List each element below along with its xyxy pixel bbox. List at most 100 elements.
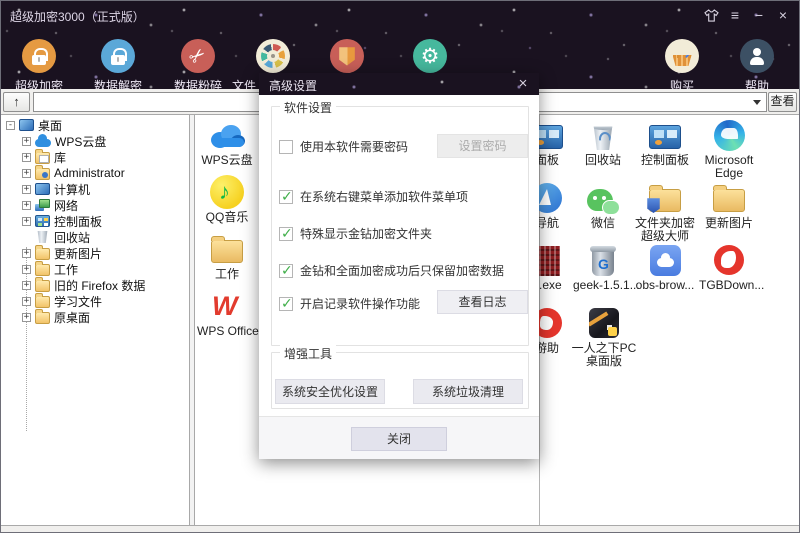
desktop-item-wechat[interactable]: 微信 (573, 180, 633, 230)
tree-item-library[interactable]: +库 (1, 149, 66, 165)
tree-item-label: 更新图片 (54, 245, 102, 262)
tree-item-desktop[interactable]: - 桌面 (1, 117, 62, 133)
checkbox[interactable] (279, 297, 293, 311)
lock-icon (22, 39, 56, 73)
set-password-button[interactable]: 设置密码 (437, 134, 528, 158)
folder-icon (35, 280, 50, 292)
folder-icon (211, 240, 243, 263)
tree-item-work[interactable]: +工作 (1, 261, 78, 277)
view-button[interactable]: 查看 (768, 92, 797, 112)
row-keep-encrypted-only[interactable]: 金钻和全面加密成功后只保留加密数据 (279, 262, 504, 279)
system-security-optimize-button[interactable]: 系统安全优化设置 (275, 379, 385, 404)
folder-icon (35, 248, 50, 260)
group-label: 增强工具 (280, 345, 336, 362)
folder-icon (35, 312, 50, 324)
system-junk-clean-button[interactable]: 系统垃圾清理 (413, 379, 523, 404)
up-button[interactable]: ↑ (3, 92, 30, 112)
tree-item-original-desktop[interactable]: + 原桌面 (1, 309, 90, 325)
tree-expander[interactable]: - (6, 121, 15, 130)
tree-expander[interactable]: + (22, 217, 31, 226)
desktop-item-control-panel[interactable]: 控制面板 (635, 117, 695, 167)
desktop-icon (19, 119, 34, 131)
skin-icon[interactable] (701, 4, 721, 26)
file-item-work[interactable]: 工作 (197, 231, 257, 281)
row-special-display[interactable]: 特殊显示金钻加密文件夹 (279, 225, 432, 242)
file-item-qq-music[interactable]: QQ音乐 (197, 174, 257, 224)
tree-item-label: 桌面 (38, 117, 62, 134)
row-require-password[interactable]: 使用本软件需要密码 (279, 138, 408, 155)
tree-expander[interactable]: + (22, 201, 31, 210)
tree-item-label: 旧的 Firefox 数据 (54, 277, 145, 294)
file-item-wps-cloud[interactable]: WPS云盘 (197, 117, 257, 167)
checkbox[interactable] (279, 264, 293, 278)
tree-expander[interactable]: + (22, 249, 31, 258)
desktop-item-label: 更新图片 (699, 217, 759, 230)
chevron-down-icon[interactable] (748, 94, 765, 110)
checkbox[interactable] (279, 190, 293, 204)
tree-item-old-firefox-data[interactable]: + 旧的 Firefox 数据 (1, 277, 145, 293)
titlebar[interactable]: 超级加密3000（正式版） ≡ − × (1, 1, 799, 29)
menu-icon[interactable]: ≡ (725, 4, 745, 26)
tree-expander[interactable]: + (22, 297, 31, 306)
tree-item-control-panel[interactable]: +控制面板 (1, 213, 102, 229)
group-label: 软件设置 (280, 99, 336, 116)
dialog-close-icon[interactable]: × (515, 75, 531, 92)
tree-expander[interactable]: + (22, 313, 31, 322)
desktop-item-edge[interactable]: Microsoft Edge (699, 117, 759, 180)
desktop-item-label: 文件夹加密超级大师 (635, 217, 695, 243)
lock-icon (101, 39, 135, 73)
tree-expander[interactable]: + (22, 281, 31, 290)
desktop-item-recycle-bin[interactable]: 回收站 (573, 117, 633, 167)
tree-item-label: 原桌面 (54, 309, 90, 326)
checkbox-label: 使用本软件需要密码 (300, 138, 408, 155)
tree-item-administrator[interactable]: +Administrator (1, 165, 125, 181)
desktop-item-geek[interactable]: geek-1.5.1... (573, 242, 633, 292)
toolbar-item-settings[interactable] (394, 39, 466, 77)
toolbar-item-buy[interactable]: 购买 (646, 39, 718, 94)
desktop-item-folder-encrypt-master[interactable]: 文件夹加密超级大师 (635, 180, 695, 243)
checkbox[interactable] (279, 140, 293, 154)
desktop-item-label: geek-1.5.1... (573, 279, 633, 292)
dialog-title: 高级设置 (269, 77, 317, 94)
desktop-item-yirenzhixia[interactable]: 一人之下PC桌面版 (571, 305, 637, 368)
tree-item-computer[interactable]: +计算机 (1, 181, 90, 197)
close-icon[interactable]: × (773, 4, 793, 26)
tree-item-update-pictures[interactable]: + 更新图片 (1, 245, 102, 261)
qq-music-icon (210, 175, 244, 209)
file-item-wps-office[interactable]: WPS Office (197, 288, 257, 338)
row-log-operations[interactable]: 开启记录软件操作功能 (279, 295, 420, 312)
user-folder-icon (35, 168, 50, 180)
toolbar-item-protect[interactable] (311, 39, 383, 77)
dialog-titlebar[interactable]: 高级设置 × (259, 73, 539, 95)
dialog-footer: 关闭 (259, 416, 539, 459)
minimize-icon[interactable]: − (749, 4, 769, 26)
tree-expander[interactable]: + (22, 153, 31, 162)
locked-folder-icon (649, 189, 681, 212)
tree-expander[interactable]: + (22, 265, 31, 274)
desktop-item-label: 微信 (573, 217, 633, 230)
folder-icon (35, 264, 50, 276)
desktop-item-obs[interactable]: obs-brow... (635, 242, 695, 292)
tree-item-network[interactable]: +网络 (1, 197, 78, 213)
desktop-item-tgb[interactable]: TGBDown... (699, 242, 759, 292)
tree-expander[interactable]: + (22, 185, 31, 194)
folder-tree-panel: - 桌面 +WPS云盘 +库 +Administrator +计算机 +网络 +控… (1, 115, 189, 525)
row-context-menu[interactable]: 在系统右键菜单添加软件菜单项 (279, 188, 468, 205)
game-art-icon (589, 308, 619, 338)
close-dialog-button[interactable]: 关闭 (351, 427, 447, 451)
toolbar-item-help[interactable]: 帮助 (721, 39, 793, 94)
tree-expander[interactable]: + (22, 137, 31, 146)
application-window: 超级加密3000（正式版） ≡ − × 超级加密 数据解密 数据粉碎 文件 (0, 0, 800, 533)
tree-item-recycle-bin[interactable]: 回收站 (1, 229, 90, 245)
tree-expander[interactable]: + (22, 169, 31, 178)
gear-icon (413, 39, 447, 73)
tree-item-wps-cloud[interactable]: +WPS云盘 (1, 133, 106, 149)
toolbar-item-data-decrypt[interactable]: 数据解密 (82, 39, 154, 94)
view-log-button[interactable]: 查看日志 (437, 290, 528, 314)
tree-item-study-files[interactable]: +学习文件 (1, 293, 102, 309)
desktop-item-update-pictures[interactable]: 更新图片 (699, 180, 759, 230)
desktop-item-label: Microsoft Edge (699, 154, 759, 180)
toolbar-item-super-encrypt[interactable]: 超级加密 (3, 39, 75, 94)
checkbox[interactable] (279, 227, 293, 241)
folder-icon (35, 296, 50, 308)
